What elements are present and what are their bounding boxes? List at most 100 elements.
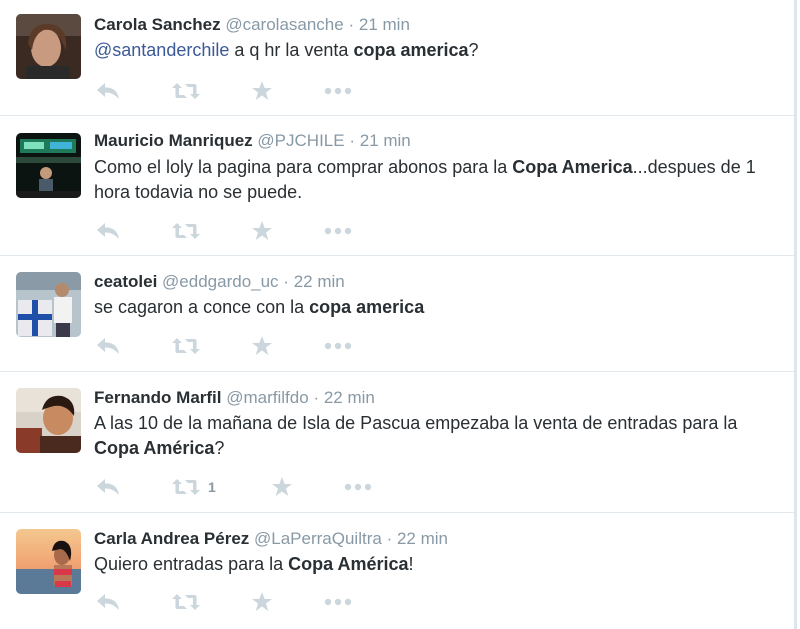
search-term-highlight: copa america	[353, 40, 469, 60]
retweet-icon	[172, 594, 200, 610]
reply-button[interactable]	[96, 591, 120, 613]
tweet-text: se cagaron a conce con la copa america	[94, 295, 784, 320]
tweet-timestamp[interactable]: 22 min	[294, 272, 345, 291]
header-separator: ·	[283, 272, 289, 291]
tweet-header: Carola Sanchez @carolasanche · 21 min	[94, 14, 410, 36]
tweet-actions	[94, 591, 494, 613]
favorite-button[interactable]	[251, 80, 273, 102]
tweet-text: Quiero entradas para la Copa América!	[94, 552, 784, 577]
tweet-fullname[interactable]: Carla Andrea Pérez	[94, 529, 249, 548]
tweet-actions	[94, 335, 494, 357]
tweet-actions	[94, 220, 494, 242]
avatar[interactable]	[16, 133, 81, 198]
reply-icon	[97, 338, 119, 354]
more-dots-icon	[344, 483, 372, 491]
tweet-timestamp[interactable]: 22 min	[324, 388, 375, 407]
tweet-username[interactable]: @carolasanche	[225, 15, 343, 34]
tweet-fullname[interactable]: Mauricio Manriquez	[94, 131, 253, 150]
tweet-text-segment: ?	[468, 40, 479, 60]
tweet-item[interactable]: Carla Andrea Pérez @LaPerraQuiltra · 22 …	[0, 513, 794, 629]
retweet-button[interactable]	[172, 220, 208, 242]
reply-icon	[97, 83, 119, 99]
reply-icon	[97, 594, 119, 610]
tweet-text-segment: !	[408, 554, 414, 574]
header-separator: ·	[349, 131, 355, 150]
search-term-highlight: Copa América	[288, 554, 409, 574]
tweet-fullname[interactable]: ceatolei	[94, 272, 157, 291]
tweet-timestamp[interactable]: 21 min	[359, 15, 410, 34]
retweet-button[interactable]: 1	[172, 476, 216, 498]
tweet-text: Como el loly la pagina para comprar abon…	[94, 155, 784, 205]
retweet-button[interactable]	[172, 591, 208, 613]
favorite-star-icon	[252, 81, 272, 100]
tweet-item[interactable]: Mauricio Manriquez @PJCHILE · 21 min Com…	[0, 116, 794, 256]
tweet-header: Mauricio Manriquez @PJCHILE · 21 min	[94, 130, 411, 152]
header-separator: ·	[386, 529, 393, 548]
favorite-button[interactable]	[251, 335, 273, 357]
more-options-button[interactable]	[324, 80, 352, 102]
tweet-text-segment: Quiero entradas para la	[94, 554, 289, 574]
tweet-username[interactable]: @marfilfdo	[226, 388, 308, 407]
mention-link[interactable]: @santanderchile	[94, 40, 229, 60]
tweet-header: Fernando Marfil @marfilfdo · 22 min	[94, 387, 375, 409]
more-dots-icon	[324, 87, 352, 95]
reply-button[interactable]	[96, 476, 120, 498]
retweet-button[interactable]	[172, 335, 208, 357]
more-dots-icon	[324, 342, 352, 350]
search-term-highlight: Copa America	[512, 157, 633, 177]
tweet-text-segment: A las 10 de la mañana de Isla de Pascua …	[94, 413, 738, 433]
favorite-star-icon	[272, 477, 292, 496]
retweet-icon	[172, 479, 200, 495]
more-dots-icon	[324, 598, 352, 606]
reply-icon	[97, 479, 119, 495]
tweet-actions	[94, 80, 494, 102]
more-options-button[interactable]	[344, 476, 372, 498]
tweet-item[interactable]: ceatolei @eddgardo_uc · 22 min se cagaro…	[0, 256, 794, 372]
tweet-timeline: Carola Sanchez @carolasanche · 21 min @s…	[0, 0, 797, 629]
avatar[interactable]	[16, 529, 81, 594]
tweet-username[interactable]: @PJCHILE	[257, 131, 344, 150]
reply-button[interactable]	[96, 335, 120, 357]
tweet-item[interactable]: Fernando Marfil @marfilfdo · 22 min A la…	[0, 372, 794, 513]
tweet-text: A las 10 de la mañana de Isla de Pascua …	[94, 411, 784, 461]
favorite-button[interactable]	[251, 591, 273, 613]
more-options-button[interactable]	[324, 591, 352, 613]
search-term-highlight: copa america	[309, 297, 425, 317]
favorite-button[interactable]	[251, 220, 273, 242]
tweet-header: ceatolei @eddgardo_uc · 22 min	[94, 271, 345, 293]
tweet-text-segment: Como el loly la pagina para comprar abon…	[94, 157, 513, 177]
search-term-highlight: Copa América	[94, 438, 215, 458]
retweet-count: 1	[208, 479, 216, 495]
avatar[interactable]	[16, 14, 81, 79]
header-separator: ·	[348, 15, 355, 34]
retweet-icon	[172, 83, 200, 99]
tweet-text: @santanderchile a q hr la venta copa ame…	[94, 38, 784, 63]
tweet-actions: 1	[94, 476, 494, 498]
header-separator: ·	[313, 388, 320, 407]
tweet-timestamp[interactable]: 22 min	[397, 529, 448, 548]
tweet-fullname[interactable]: Carola Sanchez	[94, 15, 221, 34]
retweet-icon	[172, 223, 200, 239]
retweet-button[interactable]	[172, 80, 208, 102]
tweet-username[interactable]: @LaPerraQuiltra	[254, 529, 382, 548]
avatar[interactable]	[16, 388, 81, 453]
reply-button[interactable]	[96, 220, 120, 242]
favorite-star-icon	[252, 336, 272, 355]
tweet-text-segment: se cagaron a conce con la	[94, 297, 310, 317]
tweet-fullname[interactable]: Fernando Marfil	[94, 388, 222, 407]
reply-icon	[97, 223, 119, 239]
more-options-button[interactable]	[324, 220, 352, 242]
tweet-item[interactable]: Carola Sanchez @carolasanche · 21 min @s…	[0, 0, 794, 116]
tweet-text-segment: a q hr la venta	[229, 40, 354, 60]
avatar[interactable]	[16, 272, 81, 337]
tweet-text-segment: ?	[214, 438, 225, 458]
tweet-username[interactable]: @eddgardo_uc	[162, 272, 279, 291]
favorite-star-icon	[252, 221, 272, 240]
reply-button[interactable]	[96, 80, 120, 102]
favorite-star-icon	[252, 592, 272, 611]
favorite-button[interactable]	[271, 476, 293, 498]
more-options-button[interactable]	[324, 335, 352, 357]
tweet-timestamp[interactable]: 21 min	[360, 131, 411, 150]
tweet-header: Carla Andrea Pérez @LaPerraQuiltra · 22 …	[94, 528, 448, 550]
more-dots-icon	[324, 227, 352, 235]
